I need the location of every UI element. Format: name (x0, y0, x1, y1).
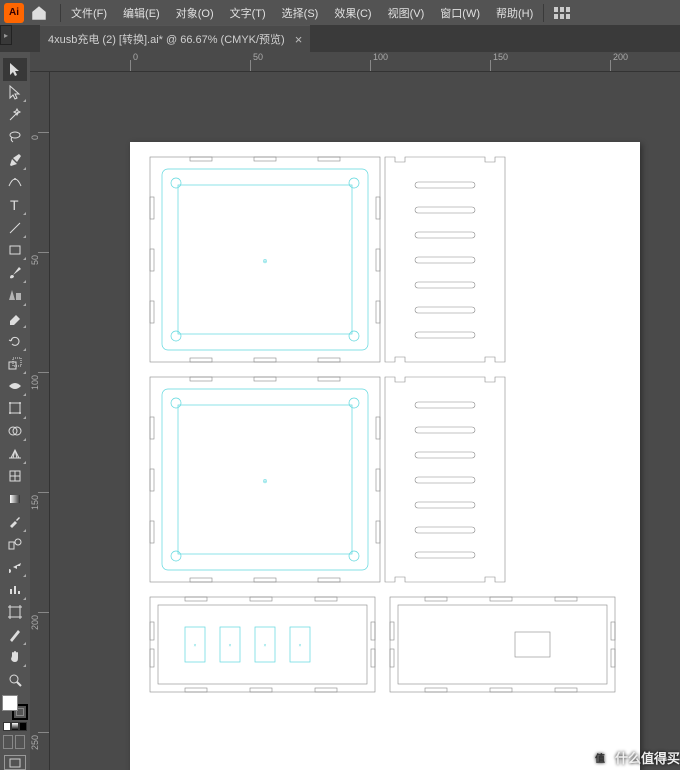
menu-effect[interactable]: 效果(C) (326, 5, 379, 21)
close-icon[interactable]: × (295, 32, 303, 47)
svg-text:×: × (194, 643, 197, 649)
pen-tool[interactable] (3, 148, 27, 171)
canvas-area: 0 50 100 150 200 0 50 100 150 200 250 (30, 52, 680, 770)
fill-stroke-swatch[interactable] (2, 695, 28, 719)
shape-builder-tool[interactable] (3, 420, 27, 443)
perspective-grid-tool[interactable] (3, 442, 27, 465)
hand-tool[interactable] (3, 646, 27, 669)
menu-bar: Ai 文件(F) 编辑(E) 对象(O) 文字(T) 选择(S) 效果(C) 视… (0, 0, 680, 25)
arrange-docs-icon[interactable] (554, 7, 570, 19)
svg-text:⊕: ⊕ (262, 259, 267, 265)
canvas[interactable]: ⊕ ⊕ (50, 72, 680, 770)
symbol-sprayer-tool[interactable] (3, 555, 27, 578)
watermark-text: 什么值得买 (615, 748, 680, 767)
svg-text:⊕: ⊕ (262, 479, 267, 485)
rectangle-tool[interactable] (3, 239, 27, 262)
mesh-tool[interactable] (3, 465, 27, 488)
eraser-tool[interactable] (3, 307, 27, 330)
menu-window[interactable]: 窗口(W) (432, 5, 488, 21)
svg-text:×: × (229, 643, 232, 649)
rotate-tool[interactable] (3, 329, 27, 352)
svg-text:T: T (10, 197, 19, 213)
menu-file[interactable]: 文件(F) (63, 5, 115, 21)
width-tool[interactable] (3, 375, 27, 398)
direct-selection-tool[interactable] (3, 81, 27, 104)
color-mode-swatch[interactable] (3, 722, 27, 731)
screen-mode-icon[interactable] (4, 755, 26, 770)
app-logo: Ai (4, 3, 24, 23)
artboard-tool[interactable] (3, 601, 27, 624)
column-graph-tool[interactable] (3, 578, 27, 601)
eyedropper-tool[interactable] (3, 510, 27, 533)
ruler-vertical[interactable]: 0 50 100 150 200 250 (30, 72, 50, 770)
document-tab-title: 4xusb充电 (2) [转换].ai* @ 66.67% (CMYK/预览) (48, 31, 285, 47)
free-transform-tool[interactable] (3, 397, 27, 420)
menu-select[interactable]: 选择(S) (274, 5, 327, 21)
menu-object[interactable]: 对象(O) (168, 5, 222, 21)
watermark-badge: 值 (589, 746, 611, 768)
lasso-tool[interactable] (3, 126, 27, 149)
paintbrush-tool[interactable] (3, 261, 27, 284)
panel-expand-icon[interactable] (0, 25, 12, 45)
zoom-tool[interactable] (3, 668, 27, 691)
menu-edit[interactable]: 编辑(E) (115, 5, 168, 21)
selection-tool[interactable] (3, 58, 27, 81)
home-icon[interactable] (30, 4, 48, 22)
gradient-tool[interactable] (3, 488, 27, 511)
scale-tool[interactable] (3, 352, 27, 375)
ruler-horizontal[interactable]: 0 50 100 150 200 (30, 52, 680, 72)
artboard[interactable]: ⊕ ⊕ (130, 142, 640, 770)
watermark: 值 什么值得买 (589, 744, 680, 770)
svg-text:×: × (299, 643, 302, 649)
slice-tool[interactable] (3, 623, 27, 646)
tool-panel: T (0, 52, 30, 770)
draw-mode-icon[interactable] (3, 735, 27, 749)
shaper-tool[interactable] (3, 284, 27, 307)
document-tab[interactable]: 4xusb充电 (2) [转换].ai* @ 66.67% (CMYK/预览) … (40, 25, 310, 52)
magic-wand-tool[interactable] (3, 103, 27, 126)
line-tool[interactable] (3, 216, 27, 239)
curvature-tool[interactable] (3, 171, 27, 194)
svg-text:×: × (264, 643, 267, 649)
workspace: T 0 50 100 150 200 (0, 52, 680, 770)
menu-help[interactable]: 帮助(H) (488, 5, 541, 21)
document-tab-bar: 4xusb充电 (2) [转换].ai* @ 66.67% (CMYK/预览) … (0, 25, 680, 52)
menu-type[interactable]: 文字(T) (222, 5, 274, 21)
type-tool[interactable]: T (3, 194, 27, 217)
blend-tool[interactable] (3, 533, 27, 556)
menu-view[interactable]: 视图(V) (380, 5, 433, 21)
